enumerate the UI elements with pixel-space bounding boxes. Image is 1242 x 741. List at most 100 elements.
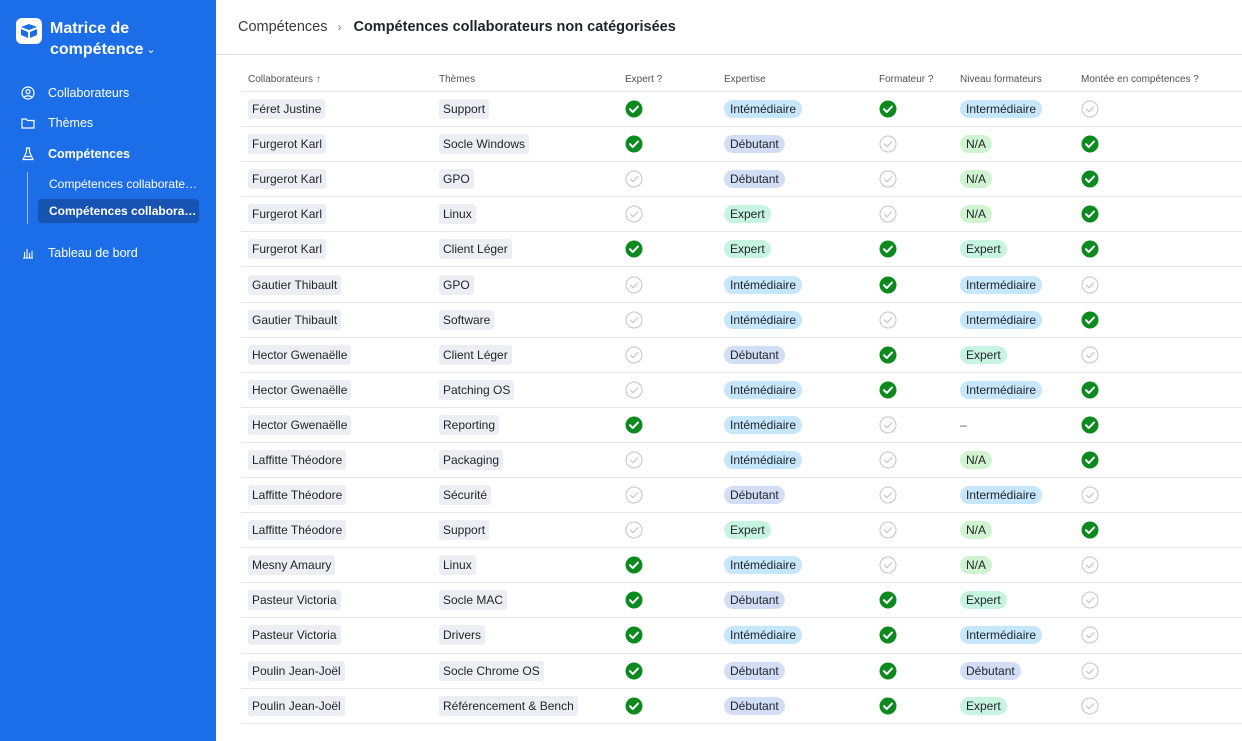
- collaborateur-chip[interactable]: Poulin Jean-Joël: [248, 660, 345, 681]
- table-row[interactable]: Gautier Thibault GPO Intémédiaire Intermédi…: [241, 267, 1242, 303]
- column-header-collaborateurs[interactable]: Collaborateurs ↑: [248, 74, 321, 85]
- check-outline-icon[interactable]: [1081, 556, 1099, 574]
- table-row[interactable]: Hector Gwenaëlle Client Léger Débutant Expe…: [241, 338, 1242, 373]
- check-outline-icon[interactable]: [625, 170, 643, 188]
- collaborateur-chip[interactable]: Poulin Jean-Joël: [248, 695, 345, 716]
- check-filled-icon[interactable]: [1081, 416, 1099, 434]
- check-filled-icon[interactable]: [1081, 381, 1099, 399]
- table-row[interactable]: Gautier Thibault Software Intémédiaire Inte…: [241, 303, 1242, 338]
- sidebar-item-collaborateurs[interactable]: Collaborateurs: [20, 83, 129, 103]
- check-filled-icon[interactable]: [625, 662, 643, 680]
- check-outline-icon[interactable]: [879, 311, 897, 329]
- check-filled-icon[interactable]: [879, 346, 897, 364]
- check-filled-icon[interactable]: [879, 276, 897, 294]
- theme-chip[interactable]: GPO: [439, 169, 474, 190]
- table-row[interactable]: Pasteur Victoria Drivers Intémédiaire Inter…: [241, 618, 1242, 654]
- check-outline-icon[interactable]: [879, 416, 897, 434]
- collaborateur-chip[interactable]: Furgerot Karl: [248, 169, 327, 190]
- table-row[interactable]: Hector Gwenaëlle Patching OS Intémédiaire I…: [241, 373, 1242, 408]
- check-outline-icon[interactable]: [625, 486, 643, 504]
- collaborateur-chip[interactable]: Hector Gwenaëlle: [248, 379, 352, 400]
- check-outline-icon[interactable]: [1081, 626, 1099, 644]
- column-header-niveau-formateurs[interactable]: Niveau formateurs: [960, 74, 1042, 85]
- check-outline-icon[interactable]: [879, 556, 897, 574]
- sidebar-item-competences[interactable]: Compétences: [20, 144, 130, 164]
- sidebar-subitem-competences-non-categorisees[interactable]: Compétences collaborateurs non catégoris…: [38, 199, 199, 223]
- theme-chip[interactable]: Socle Windows: [439, 134, 530, 155]
- check-filled-icon[interactable]: [879, 100, 897, 118]
- table-row[interactable]: Hector Gwenaëlle Reporting Intémédiaire –: [241, 408, 1242, 443]
- check-filled-icon[interactable]: [879, 662, 897, 680]
- check-filled-icon[interactable]: [879, 381, 897, 399]
- collaborateur-chip[interactable]: Laffitte Théodore: [248, 485, 347, 506]
- check-outline-icon[interactable]: [1081, 662, 1099, 680]
- check-filled-icon[interactable]: [1081, 311, 1099, 329]
- theme-chip[interactable]: Client Léger: [439, 239, 512, 260]
- check-filled-icon[interactable]: [879, 240, 897, 258]
- table-row[interactable]: Poulin Jean-Joël Socle Chrome OS Débutant D…: [241, 654, 1242, 689]
- check-outline-icon[interactable]: [625, 311, 643, 329]
- collaborateur-chip[interactable]: Furgerot Karl: [248, 134, 327, 155]
- check-filled-icon[interactable]: [625, 240, 643, 258]
- table-row[interactable]: Furgerot Karl Linux Expert N/A: [241, 197, 1242, 233]
- check-outline-icon[interactable]: [879, 170, 897, 188]
- check-filled-icon[interactable]: [625, 100, 643, 118]
- theme-chip[interactable]: Référencement & Bench: [439, 695, 578, 716]
- check-outline-icon[interactable]: [1081, 697, 1099, 715]
- table-row[interactable]: Laffitte Théodore Sécurité Débutant Intermé…: [241, 478, 1242, 514]
- check-filled-icon[interactable]: [625, 416, 643, 434]
- check-outline-icon[interactable]: [625, 451, 643, 469]
- theme-chip[interactable]: Linux: [439, 204, 476, 225]
- theme-chip[interactable]: Sécurité: [439, 485, 492, 506]
- collaborateur-chip[interactable]: Furgerot Karl: [248, 204, 327, 225]
- column-header-themes[interactable]: Thèmes: [439, 74, 475, 85]
- check-outline-icon[interactable]: [625, 381, 643, 399]
- collaborateur-chip[interactable]: Gautier Thibault: [248, 274, 342, 295]
- column-header-expert[interactable]: Expert ?: [625, 74, 662, 85]
- column-header-formateur[interactable]: Formateur ?: [879, 74, 933, 85]
- theme-chip[interactable]: Software: [439, 309, 495, 330]
- chevron-down-icon[interactable]: ⌄: [146, 40, 155, 61]
- theme-chip[interactable]: Linux: [439, 555, 476, 576]
- collaborateur-chip[interactable]: Hector Gwenaëlle: [248, 344, 352, 365]
- check-filled-icon[interactable]: [625, 697, 643, 715]
- check-outline-icon[interactable]: [879, 135, 897, 153]
- check-filled-icon[interactable]: [879, 626, 897, 644]
- collaborateur-chip[interactable]: Laffitte Théodore: [248, 520, 347, 541]
- breadcrumb-root[interactable]: Compétences: [238, 19, 327, 35]
- collaborateur-chip[interactable]: Gautier Thibault: [248, 309, 342, 330]
- check-outline-icon[interactable]: [625, 205, 643, 223]
- theme-chip[interactable]: Client Léger: [439, 344, 512, 365]
- table-row[interactable]: Furgerot Karl Client Léger Expert Expert: [241, 232, 1242, 268]
- table-row[interactable]: Mesny Amaury Linux Intémédiaire N/A: [241, 548, 1242, 584]
- theme-chip[interactable]: GPO: [439, 274, 474, 295]
- theme-chip[interactable]: Socle Chrome OS: [439, 660, 544, 681]
- collaborateur-chip[interactable]: Laffitte Théodore: [248, 449, 347, 470]
- theme-chip[interactable]: Drivers: [439, 625, 485, 646]
- collaborateur-chip[interactable]: Furgerot Karl: [248, 239, 327, 260]
- sidebar-item-tableau-de-bord[interactable]: Tableau de bord: [20, 243, 138, 263]
- check-outline-icon[interactable]: [625, 346, 643, 364]
- theme-chip[interactable]: Patching OS: [439, 379, 515, 400]
- check-outline-icon[interactable]: [1081, 591, 1099, 609]
- sidebar-subitem-competences-collaborateurs[interactable]: Compétences collaborateurs: [38, 172, 199, 196]
- check-filled-icon[interactable]: [625, 591, 643, 609]
- collaborateur-chip[interactable]: Pasteur Victoria: [248, 590, 341, 611]
- theme-chip[interactable]: Packaging: [439, 449, 504, 470]
- check-outline-icon[interactable]: [879, 205, 897, 223]
- check-filled-icon[interactable]: [1081, 170, 1099, 188]
- theme-chip[interactable]: Socle MAC: [439, 590, 508, 611]
- check-filled-icon[interactable]: [1081, 240, 1099, 258]
- table-row[interactable]: Furgerot Karl GPO Débutant N/A: [241, 162, 1242, 198]
- check-filled-icon[interactable]: [1081, 135, 1099, 153]
- check-outline-icon[interactable]: [1081, 100, 1099, 118]
- check-outline-icon[interactable]: [879, 521, 897, 539]
- theme-chip[interactable]: Support: [439, 99, 490, 120]
- check-filled-icon[interactable]: [1081, 205, 1099, 223]
- table-row[interactable]: Laffitte Théodore Support Expert N/A: [241, 513, 1242, 549]
- check-outline-icon[interactable]: [1081, 486, 1099, 504]
- check-outline-icon[interactable]: [625, 276, 643, 294]
- app-header[interactable]: Matrice de compétence ⌄: [16, 18, 170, 62]
- check-filled-icon[interactable]: [879, 591, 897, 609]
- collaborateur-chip[interactable]: Mesny Amaury: [248, 555, 336, 576]
